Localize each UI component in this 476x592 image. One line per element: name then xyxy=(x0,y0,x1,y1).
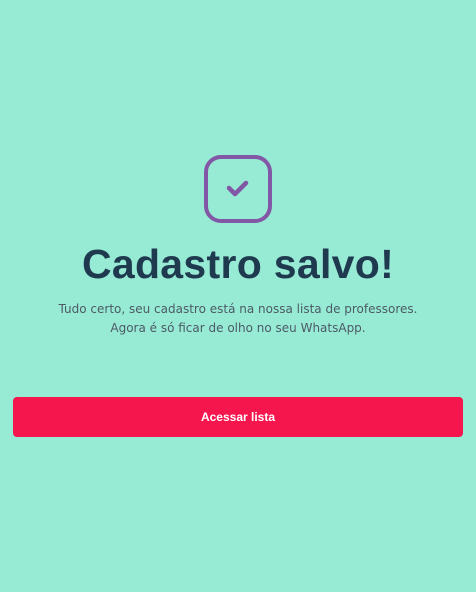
success-message-line-1: Tudo certo, seu cadastro está na nossa l… xyxy=(58,302,418,316)
success-message-line-2: Agora é só ficar de olho no seu WhatsApp… xyxy=(110,321,366,335)
check-square-icon xyxy=(204,155,272,223)
success-screen: Cadastro salvo! Tudo certo, seu cadastro… xyxy=(0,0,476,592)
page-title: Cadastro salvo! xyxy=(81,241,395,287)
access-list-button[interactable]: Acessar lista xyxy=(13,397,463,437)
success-message: Tudo certo, seu cadastro está na nossa l… xyxy=(0,300,476,338)
